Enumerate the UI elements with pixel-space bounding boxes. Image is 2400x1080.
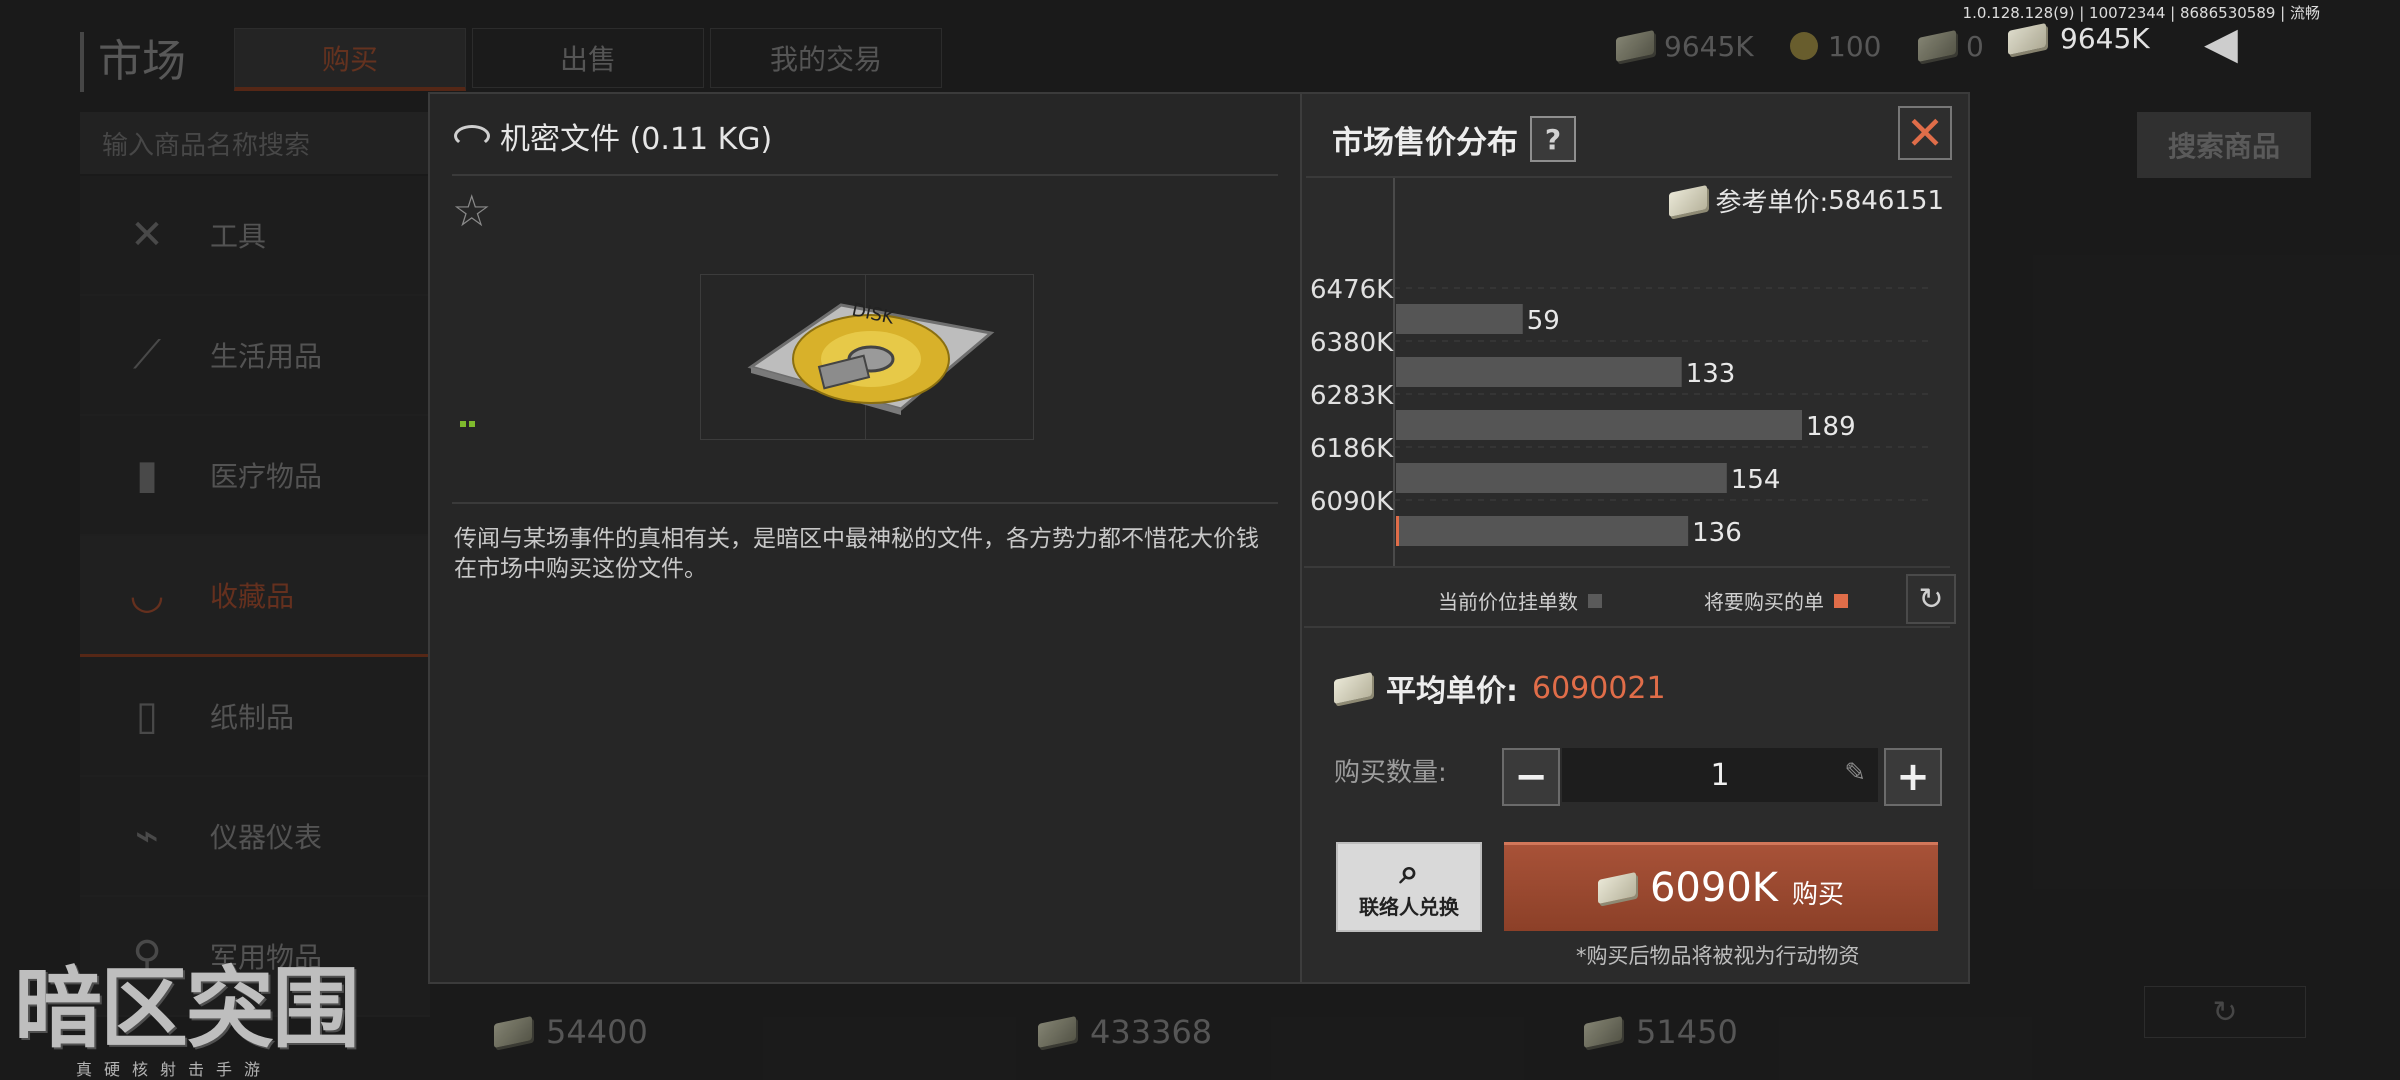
buy-button[interactable]: 6090K 购买 (1504, 842, 1938, 931)
cash-icon (1597, 871, 1636, 905)
legend-current: 当前价位挂单数 (1438, 586, 1602, 615)
chart-legend: 当前价位挂单数 将要购买的单 (1304, 566, 1950, 628)
average-price-value: 6090021 (1532, 670, 1666, 706)
chart-tick-label: 6186K (1310, 434, 1394, 464)
chart-data-label: 133 (1686, 359, 1736, 389)
price-distribution-chart: 6476K 6380K 6283K 6186K 6090K 59 133 189 154 136 (1310, 178, 1932, 566)
collectible-icon (454, 125, 490, 147)
chart-bar (1396, 410, 1802, 440)
chart-tick-label: 6380K (1310, 328, 1394, 358)
search-icon: ⌕ (1399, 851, 1419, 892)
cash-icon (1334, 671, 1372, 705)
chart-bar (1396, 463, 1727, 493)
chart-bar (1396, 304, 1523, 334)
chart-tick-label: 6476K (1310, 275, 1394, 305)
chart-data-label: 154 (1731, 465, 1781, 495)
plus-icon: + (1896, 754, 1930, 800)
chart-data-label: 189 (1806, 412, 1856, 442)
chart-bar (1396, 516, 1689, 546)
quantity-input[interactable]: 1 ✎ (1562, 748, 1878, 802)
minus-icon: − (1514, 754, 1548, 800)
legend-buy: 将要购买的单 (1704, 586, 1848, 615)
chart-buy-marker (1396, 516, 1399, 546)
refresh-icon: ↻ (1918, 581, 1944, 617)
quantity-decrease-button[interactable]: − (1502, 748, 1560, 806)
item-header: 机密文件 (0.11 KG) (454, 114, 772, 158)
divider (452, 502, 1278, 504)
chart-data-label: 59 (1527, 306, 1560, 336)
chart-bar (1396, 357, 1682, 387)
average-price: 平均单价: 6090021 (1334, 666, 1666, 710)
divider (452, 174, 1278, 176)
item-image: DISK (700, 274, 1034, 440)
close-icon: ✕ (1905, 106, 1945, 160)
disk-icon: DISK (747, 299, 995, 415)
quantity-value: 1 (1710, 757, 1730, 793)
buy-price: 6090K (1649, 865, 1778, 911)
distribution-header: 市场售价分布 ? (1332, 116, 1576, 162)
purchase-note: *购买后物品将被视为行动物资 (1576, 944, 1860, 968)
quantity-label: 购买数量: (1334, 758, 1447, 788)
average-price-label: 平均单价: (1386, 674, 1518, 709)
item-name: 机密文件 (0.11 KG) (500, 122, 773, 157)
contact-exchange-label: 联络人兑换 (1359, 894, 1459, 919)
chart-tick-label: 6090K (1310, 487, 1394, 517)
distribution-title: 市场售价分布 (1332, 124, 1518, 161)
contact-exchange-button[interactable]: ⌕ 联络人兑换 (1336, 842, 1482, 932)
buy-label: 购买 (1792, 879, 1845, 910)
chart-tick-label: 6283K (1310, 381, 1394, 411)
purchase-dialog: 机密文件 (0.11 KG) ☆ 参考单价: 5846151 DISK 传闻与某场… (428, 92, 1970, 984)
status-indicator (460, 412, 478, 427)
legend-buy-label: 将要购买的单 (1704, 590, 1824, 614)
item-description: 传闻与某场事件的真相有关，是暗区中最神秘的文件，各方势力都不惜花大价钱在市场中购… (454, 526, 1259, 582)
chart-refresh-button[interactable]: ↻ (1906, 574, 1956, 624)
help-button[interactable]: ? (1530, 116, 1576, 162)
favorite-star-icon[interactable]: ☆ (452, 186, 491, 237)
close-button[interactable]: ✕ (1898, 106, 1952, 160)
legend-buy-swatch (1834, 593, 1848, 608)
quantity-increase-button[interactable]: + (1884, 748, 1942, 806)
legend-current-label: 当前价位挂单数 (1438, 590, 1578, 614)
pencil-icon: ✎ (1844, 758, 1866, 788)
legend-current-swatch (1588, 593, 1602, 608)
chart-data-label: 136 (1692, 518, 1742, 548)
